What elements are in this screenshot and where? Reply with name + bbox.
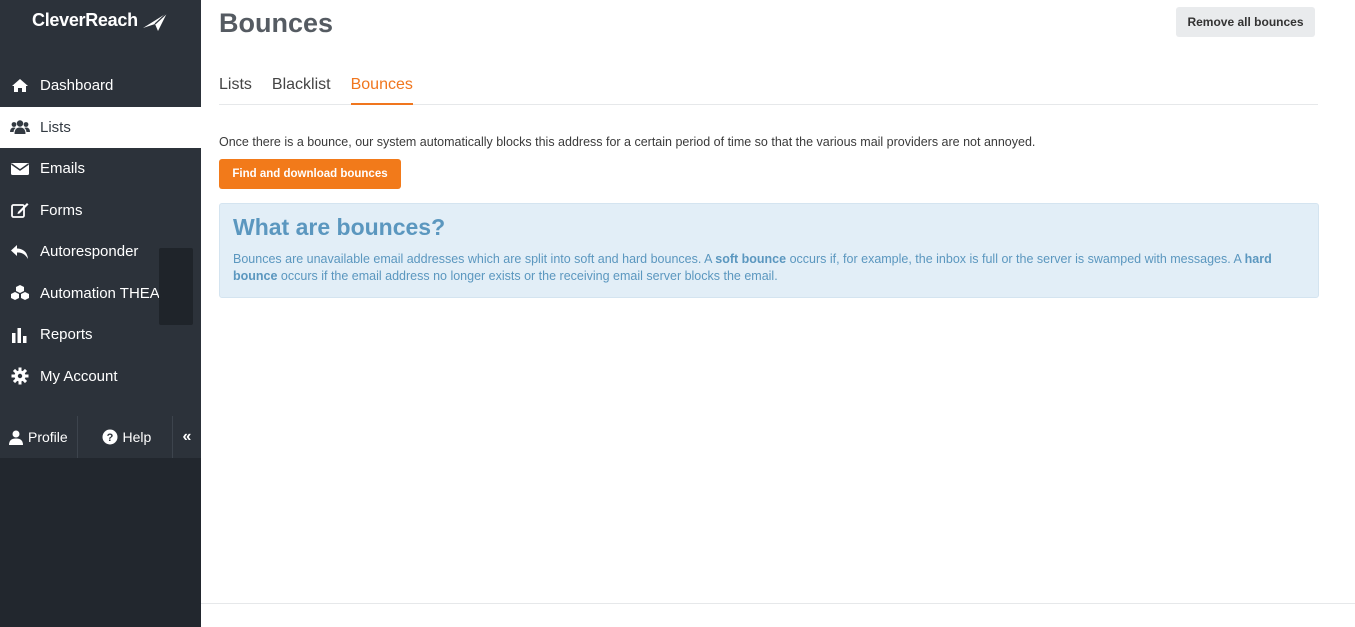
paper-plane-icon [143, 12, 168, 31]
cubes-icon [10, 284, 30, 302]
sidebar-item-lists[interactable]: Lists [0, 106, 201, 148]
logo[interactable]: CleverReach [32, 10, 172, 40]
tab-bounces[interactable]: Bounces [350, 72, 413, 105]
footer-divider [201, 603, 1355, 604]
tab-bar: Lists Blacklist Bounces [219, 72, 1318, 105]
edit-icon [10, 201, 30, 219]
profile-button[interactable]: Profile [0, 416, 78, 458]
sidebar-item-label: Lists [40, 118, 71, 136]
sidebar-footer: Profile ? Help « [0, 416, 201, 458]
sidebar-item-emails[interactable]: Emails [0, 148, 201, 190]
info-text: Bounces are unavailable email addresses … [233, 251, 1298, 285]
bounce-description: Once there is a bounce, our system autom… [219, 135, 1036, 149]
info-text-part: occurs if, for example, the inbox is ful… [786, 252, 1245, 266]
find-download-bounces-button[interactable]: Find and download bounces [219, 159, 401, 189]
help-label: Help [122, 429, 152, 445]
tooltip-overlay [159, 248, 193, 325]
sidebar-item-label: Emails [40, 160, 86, 178]
sidebar-item-label: Dashboard [40, 77, 114, 95]
sidebar-nav: Dashboard Lists Emails Forms Autorespond… [0, 65, 201, 397]
sidebar-item-dashboard[interactable]: Dashboard [0, 65, 201, 107]
bar-chart-icon [10, 326, 30, 344]
sidebar-bottom-area [0, 458, 201, 627]
info-title: What are bounces? [233, 214, 446, 240]
home-icon [10, 77, 30, 95]
double-chevron-left-icon: « [182, 428, 192, 445]
info-box: What are bounces? Bounces are unavailabl… [219, 203, 1319, 298]
users-icon [10, 118, 30, 136]
tab-blacklist[interactable]: Blacklist [272, 72, 331, 103]
gear-icon [10, 367, 30, 385]
profile-label: Profile [28, 429, 68, 445]
sidebar-item-label: Forms [40, 201, 83, 219]
info-text-part: occurs if the email address no longer ex… [277, 269, 778, 283]
page-title: Bounces [219, 8, 334, 38]
sidebar-item-label: Automation THEA [40, 284, 160, 302]
sidebar-item-my-account[interactable]: My Account [0, 356, 201, 398]
help-button[interactable]: ? Help [78, 416, 173, 458]
sidebar-item-label: My Account [40, 367, 118, 385]
question-circle-icon: ? [102, 429, 118, 445]
main-content: Bounces Remove all bounces Lists Blackli… [201, 0, 1355, 627]
logo-text: CleverReach [32, 10, 138, 30]
tab-lists[interactable]: Lists [219, 72, 252, 103]
remove-all-bounces-button[interactable]: Remove all bounces [1176, 7, 1315, 37]
envelope-icon [10, 160, 30, 178]
sidebar-item-label: Autoresponder [40, 243, 139, 261]
sidebar-item-label: Reports [40, 326, 93, 344]
sidebar: CleverReach Dashboard Lists Emails Forms… [0, 0, 201, 627]
info-text-part: Bounces are unavailable email addresses … [233, 252, 716, 266]
svg-text:?: ? [106, 432, 113, 444]
user-icon [9, 430, 23, 445]
sidebar-item-forms[interactable]: Forms [0, 190, 201, 232]
reply-icon [10, 243, 30, 261]
soft-bounce-term: soft bounce [715, 252, 787, 266]
collapse-sidebar-button[interactable]: « [173, 416, 201, 458]
